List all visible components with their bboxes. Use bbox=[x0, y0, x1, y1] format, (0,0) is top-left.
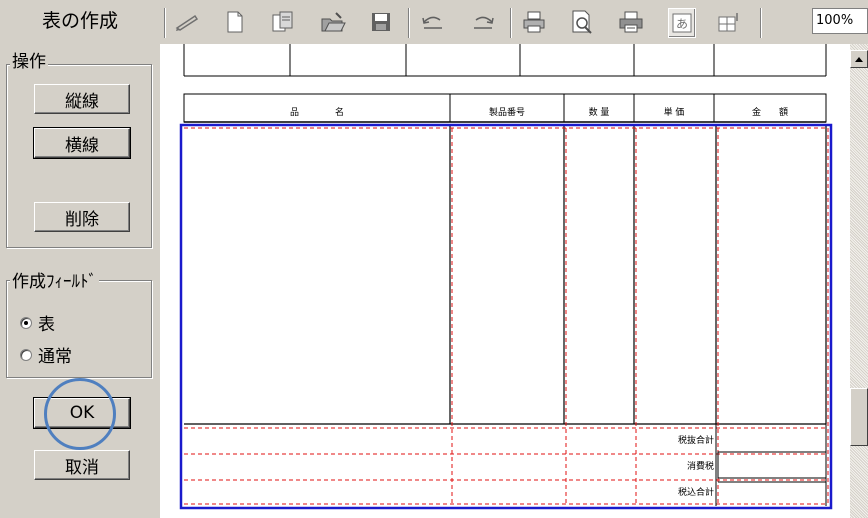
field-group-legend: 作成ﾌｨｰﾙﾄﾞ bbox=[10, 272, 99, 292]
header-product-name: 品 名 bbox=[289, 108, 344, 118]
undo-icon[interactable] bbox=[420, 8, 446, 36]
toolbar-separator bbox=[164, 8, 166, 38]
panel-title: 表の作成 bbox=[41, 10, 118, 32]
print-icon[interactable] bbox=[522, 8, 548, 36]
toolbar: あ bbox=[160, 0, 868, 44]
radio-normal-indicator[interactable] bbox=[20, 348, 32, 361]
pencil-icon[interactable] bbox=[174, 8, 200, 36]
table-selection-frame bbox=[179, 123, 833, 510]
new-document-icon[interactable] bbox=[222, 8, 248, 36]
ok-button[interactable]: OK bbox=[33, 397, 131, 429]
header-unit-price: 単 価 bbox=[663, 108, 685, 118]
cancel-button[interactable]: 取消 bbox=[34, 450, 130, 480]
summary-boxes bbox=[715, 424, 827, 506]
summary-tax-label: 消費税 bbox=[686, 462, 714, 472]
copy-document-icon[interactable] bbox=[270, 8, 296, 36]
svg-text:あ: あ bbox=[676, 17, 688, 31]
document-area[interactable]: 品 名 製品番号 数 量 単 価 金 額 税抜合計 消費税 税込合計 bbox=[160, 44, 850, 518]
printer-setup-icon[interactable] bbox=[618, 8, 644, 36]
zoom-level-field[interactable]: 100% bbox=[812, 8, 868, 34]
red-guide-lines bbox=[184, 127, 829, 506]
radio-normal[interactable]: 通常 bbox=[20, 342, 72, 367]
toolbar-separator bbox=[510, 8, 512, 38]
operation-group-legend: 操作 bbox=[10, 52, 48, 72]
scroll-up-button[interactable] bbox=[850, 50, 868, 68]
open-folder-icon[interactable] bbox=[320, 8, 346, 36]
toolbar-separator bbox=[408, 8, 410, 38]
radio-normal-label: 通常 bbox=[38, 347, 72, 367]
summary-total-label: 税込合計 bbox=[677, 488, 714, 498]
radio-table-label: 表 bbox=[38, 315, 55, 335]
horizontal-line-button[interactable]: 横線 bbox=[33, 127, 131, 159]
header-quantity: 数 量 bbox=[588, 108, 610, 118]
table-creation-panel: 表の作成 操作 縦線 横線 削除 作成ﾌｨｰﾙﾄﾞ 表 通常 OK 取消 bbox=[0, 0, 160, 518]
delete-button[interactable]: 削除 bbox=[34, 202, 130, 232]
vertical-scrollbar[interactable] bbox=[850, 44, 868, 518]
grid-icon[interactable] bbox=[716, 8, 742, 36]
save-icon[interactable] bbox=[368, 8, 394, 36]
redo-icon[interactable] bbox=[470, 8, 496, 36]
text-box-icon[interactable]: あ bbox=[668, 8, 696, 38]
scroll-thumb[interactable] bbox=[850, 388, 868, 446]
toolbar-separator bbox=[760, 8, 762, 38]
header-amount: 金 額 bbox=[751, 108, 788, 118]
summary-subtotal-label: 税抜合計 bbox=[677, 436, 714, 446]
header-product-number: 製品番号 bbox=[488, 108, 525, 118]
print-preview-icon[interactable] bbox=[570, 8, 596, 36]
radio-table-indicator[interactable] bbox=[20, 316, 32, 329]
top-cell-row bbox=[183, 44, 827, 77]
radio-table[interactable]: 表 bbox=[20, 310, 55, 335]
arrow-up-icon bbox=[855, 57, 863, 62]
body-column-lines bbox=[184, 126, 827, 425]
vertical-line-button[interactable]: 縦線 bbox=[34, 84, 130, 114]
